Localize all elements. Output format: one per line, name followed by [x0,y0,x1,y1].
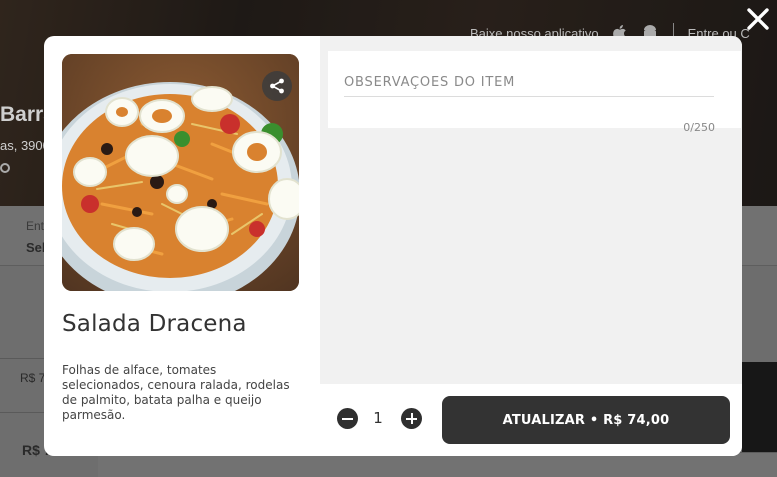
location-icon [0,163,10,173]
item-photo [62,54,299,291]
share-icon [270,78,284,94]
update-cart-button[interactable]: ATUALIZAR • R$ 74,00 [442,396,730,444]
character-counter: 0/250 [683,121,715,134]
item-modal: Salada Dracena Folhas de alface, tomates… [44,36,742,456]
cart-panel-edge [742,362,777,452]
filter-select[interactable]: Sel [26,240,46,255]
plus-icon[interactable] [401,408,422,429]
quantity-value: 1 [373,409,383,427]
options-scroll-area: 0/250 [320,36,742,384]
store-address: as, 3900 [0,138,50,153]
item-options-pane: 0/250 1 ATUALIZAR • R$ 74,00 [320,36,742,456]
modal-footer: 1 ATUALIZAR • R$ 74,00 [320,384,742,456]
minus-icon[interactable] [337,408,358,429]
filter-label: Ent [26,219,45,233]
product-price: R$ 7 [20,371,46,385]
share-button[interactable] [262,71,292,101]
item-description: Folhas de alface, tomates selecionados, … [62,363,290,422]
item-title: Salada Dracena [62,311,247,337]
observations-input[interactable] [344,68,714,97]
observations-card: 0/250 [328,51,741,134]
close-icon[interactable] [745,6,771,32]
item-details-pane: Salada Dracena Folhas de alface, tomates… [44,36,320,456]
